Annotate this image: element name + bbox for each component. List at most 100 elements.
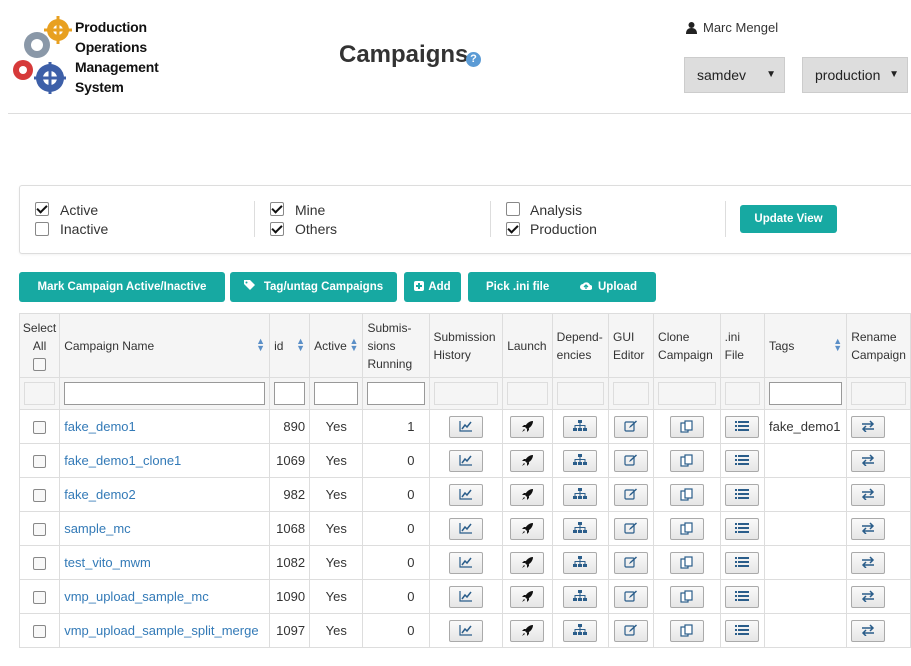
dependencies-button[interactable] [563,619,598,642]
gui-editor-button[interactable] [614,619,649,642]
campaign-link[interactable]: fake_demo1 [64,419,136,434]
active-header[interactable]: Active ▲ ▼ [309,313,364,378]
mine-checkbox[interactable] [270,202,284,216]
clone-campaign-button[interactable] [669,517,704,540]
row-checkbox[interactable] [33,489,47,503]
launch-button[interactable] [510,517,545,540]
experiment-select[interactable]: samdev ▼ [684,57,785,93]
active-checkbox[interactable] [35,202,49,216]
dependencies-button[interactable] [563,551,598,574]
launch-button[interactable] [510,449,545,472]
submission-history-button[interactable] [448,483,483,506]
sort-icon[interactable]: ▲ ▼ [350,337,359,353]
row-checkbox[interactable] [33,455,47,469]
gui-editor-button[interactable] [614,483,649,506]
role-select[interactable]: production ▼ [802,57,908,93]
gui-editor-button[interactable] [614,517,649,540]
campaign-link[interactable]: fake_demo1_clone1 [64,453,181,468]
campaign-tags[interactable] [763,545,848,580]
launch-button[interactable] [510,619,545,642]
ini-file-button[interactable] [725,415,760,438]
rename-campaign-button[interactable] [851,517,886,540]
row-checkbox[interactable] [33,421,47,435]
rename-campaign-button[interactable] [851,449,886,472]
running-filter-input[interactable] [367,382,425,405]
gui-editor-button[interactable] [614,415,649,438]
campaign-tags[interactable] [763,511,848,546]
gui-editor-button[interactable] [614,449,649,472]
add-button[interactable]: Add [404,272,461,302]
gui-editor-button[interactable] [614,585,649,608]
ini-file-button[interactable] [725,551,760,574]
campaign-tags[interactable] [763,613,848,648]
row-checkbox[interactable] [33,557,47,571]
launch-button[interactable] [510,483,545,506]
ini-file-button[interactable] [725,483,760,506]
submission-history-button[interactable] [448,585,483,608]
rename-campaign-button[interactable] [851,483,886,506]
campaign-link[interactable]: test_vito_mwm [64,555,151,570]
ini-file-button[interactable] [725,619,760,642]
rename-campaign-button[interactable] [851,415,886,438]
production-checkbox[interactable] [506,222,520,236]
clone-campaign-button[interactable] [669,449,704,472]
submission-history-button[interactable] [448,551,483,574]
campaign-name-header[interactable]: Campaign Name ▲ ▼ [59,313,271,378]
tags-filter-input[interactable] [768,382,843,405]
sort-icon[interactable]: ▲ ▼ [833,337,842,353]
submission-history-button[interactable] [448,449,483,472]
gui-editor-button[interactable] [614,551,649,574]
dependencies-button[interactable] [563,449,598,472]
launch-button[interactable] [510,415,545,438]
rename-campaign-button[interactable] [851,551,886,574]
pick-ini-button[interactable]: Pick .ini file [486,272,549,302]
ini-file-button[interactable] [725,585,760,608]
campaign-link[interactable]: vmp_upload_sample_mc [64,589,209,604]
upload-button[interactable]: Upload [580,272,637,302]
mark-active-button[interactable]: Mark Campaign Active/Inactive [19,272,225,302]
id-header[interactable]: id ▲ ▼ [269,313,311,378]
ini-file-button[interactable] [725,449,760,472]
campaign-link[interactable]: fake_demo2 [64,487,136,502]
update-view-button[interactable]: Update View [740,205,837,233]
campaign-tags[interactable]: fake_demo1 [763,409,848,444]
clone-campaign-button[interactable] [669,585,704,608]
select-all-checkbox[interactable] [33,357,47,371]
campaign-tags[interactable] [763,443,848,478]
others-checkbox[interactable] [270,222,284,236]
submission-history-button[interactable] [448,517,483,540]
campaign-link[interactable]: sample_mc [64,521,130,536]
active-filter-input[interactable] [314,382,359,405]
help-icon[interactable]: ? [466,52,481,67]
user-menu[interactable]: Marc Mengel [686,20,778,35]
inactive-checkbox[interactable] [35,222,49,236]
sort-icon[interactable]: ▲ ▼ [256,337,265,353]
campaign-name-filter-input[interactable] [64,382,266,405]
row-checkbox[interactable] [33,625,47,639]
sort-icon[interactable]: ▲ ▼ [296,337,305,353]
tags-header[interactable]: Tags ▲ ▼ [763,313,848,378]
launch-button[interactable] [510,585,545,608]
dependencies-button[interactable] [563,517,598,540]
campaign-link[interactable]: vmp_upload_sample_split_merge [64,623,258,638]
clone-campaign-button[interactable] [669,415,704,438]
launch-button[interactable] [510,551,545,574]
row-checkbox[interactable] [33,523,47,537]
rename-campaign-button[interactable] [851,619,886,642]
dependencies-button[interactable] [563,415,598,438]
clone-campaign-button[interactable] [669,551,704,574]
ini-file-button[interactable] [725,517,760,540]
dependencies-button[interactable] [563,483,598,506]
submission-history-button[interactable] [448,619,483,642]
campaign-tags[interactable] [763,477,848,512]
id-filter-input[interactable] [274,382,306,405]
analysis-checkbox[interactable] [506,202,520,216]
submission-history-button[interactable] [448,415,483,438]
dependencies-button[interactable] [563,585,598,608]
campaign-tags[interactable] [763,579,848,614]
clone-campaign-button[interactable] [669,483,704,506]
rename-campaign-button[interactable] [851,585,886,608]
row-checkbox[interactable] [33,591,47,605]
tag-untag-button[interactable]: Tag/untag Campaigns [230,272,397,302]
clone-campaign-button[interactable] [669,619,704,642]
